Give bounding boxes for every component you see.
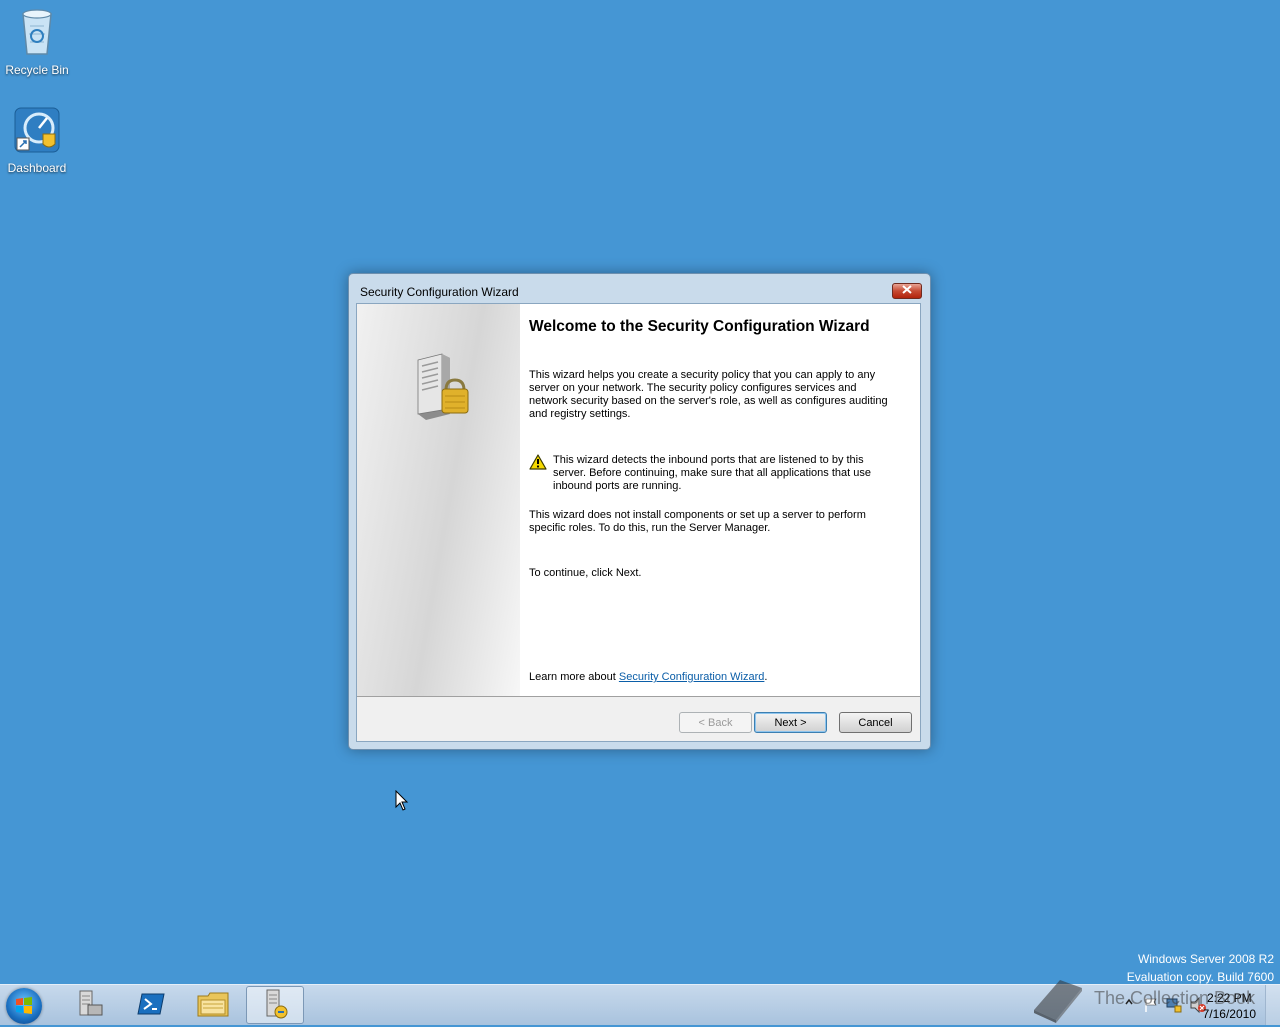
recycle-bin-icon [0, 8, 74, 59]
learn-more-line: Learn more about Security Configuration … [529, 671, 894, 684]
watermark-line-1: Windows Server 2008 R2 [1137, 952, 1274, 966]
warning-text: This wizard detects the inbound ports th… [553, 454, 871, 492]
taskbar-security-wizard[interactable] [246, 986, 304, 1024]
continue-instruction: To continue, click Next. [529, 567, 642, 579]
server-manager-icon [74, 989, 104, 1022]
wizard-side-panel [357, 304, 520, 696]
learn-more-prefix: Learn more about [529, 671, 619, 683]
dialog-titlebar[interactable]: Security Configuration Wizard [349, 274, 930, 303]
back-button[interactable]: < Back [679, 712, 752, 733]
dialog-client: Welcome to the Security Configuration Wi… [356, 303, 921, 742]
wizard-button-bar: < Back Next > Cancel [357, 697, 920, 741]
dialog-title: Security Configuration Wizard [360, 285, 519, 299]
learn-more-link[interactable]: Security Configuration Wizard [619, 671, 765, 683]
page-title: Welcome to the Security Configuration Wi… [529, 318, 870, 335]
cancel-button[interactable]: Cancel [839, 712, 912, 733]
next-button[interactable]: Next > [754, 712, 827, 733]
dashboard-label: Dashboard [7, 161, 67, 175]
recycle-bin-label: Recycle Bin [5, 63, 69, 77]
overlay-brand-watermark: The Collection Book [1030, 976, 1270, 1024]
powershell-icon [137, 992, 165, 1019]
taskbar-powershell[interactable] [122, 986, 180, 1024]
start-button[interactable] [6, 988, 42, 1024]
close-button[interactable] [892, 283, 922, 299]
desktop-icon-recycle-bin[interactable]: Recycle Bin [0, 8, 74, 77]
desktop-icon-dashboard[interactable]: Dashboard [0, 106, 74, 175]
warning-row: This wizard detects the inbound ports th… [529, 454, 894, 494]
windows-logo-icon [15, 997, 33, 1018]
wizard-content: Welcome to the Security Configuration Wi… [529, 318, 899, 683]
intro-paragraph: This wizard helps you create a security … [529, 369, 888, 420]
dashboard-icon [0, 106, 74, 157]
explorer-icon [197, 990, 229, 1021]
mouse-cursor-icon [395, 789, 409, 815]
note-paragraph: This wizard does not install components … [529, 509, 866, 534]
taskbar-explorer[interactable] [184, 986, 242, 1024]
warning-icon [529, 454, 547, 473]
learn-more-suffix: . [764, 671, 768, 683]
server-lock-icon [412, 352, 472, 425]
overlay-brand-text: The Collection Book [1094, 988, 1256, 1008]
book-icon [1030, 976, 1086, 1027]
security-configuration-wizard-dialog: Security Configuration Wizard Welcome to… [348, 273, 931, 750]
security-wizard-icon [260, 988, 290, 1023]
taskbar-server-manager[interactable] [60, 986, 118, 1024]
close-icon [902, 285, 912, 297]
